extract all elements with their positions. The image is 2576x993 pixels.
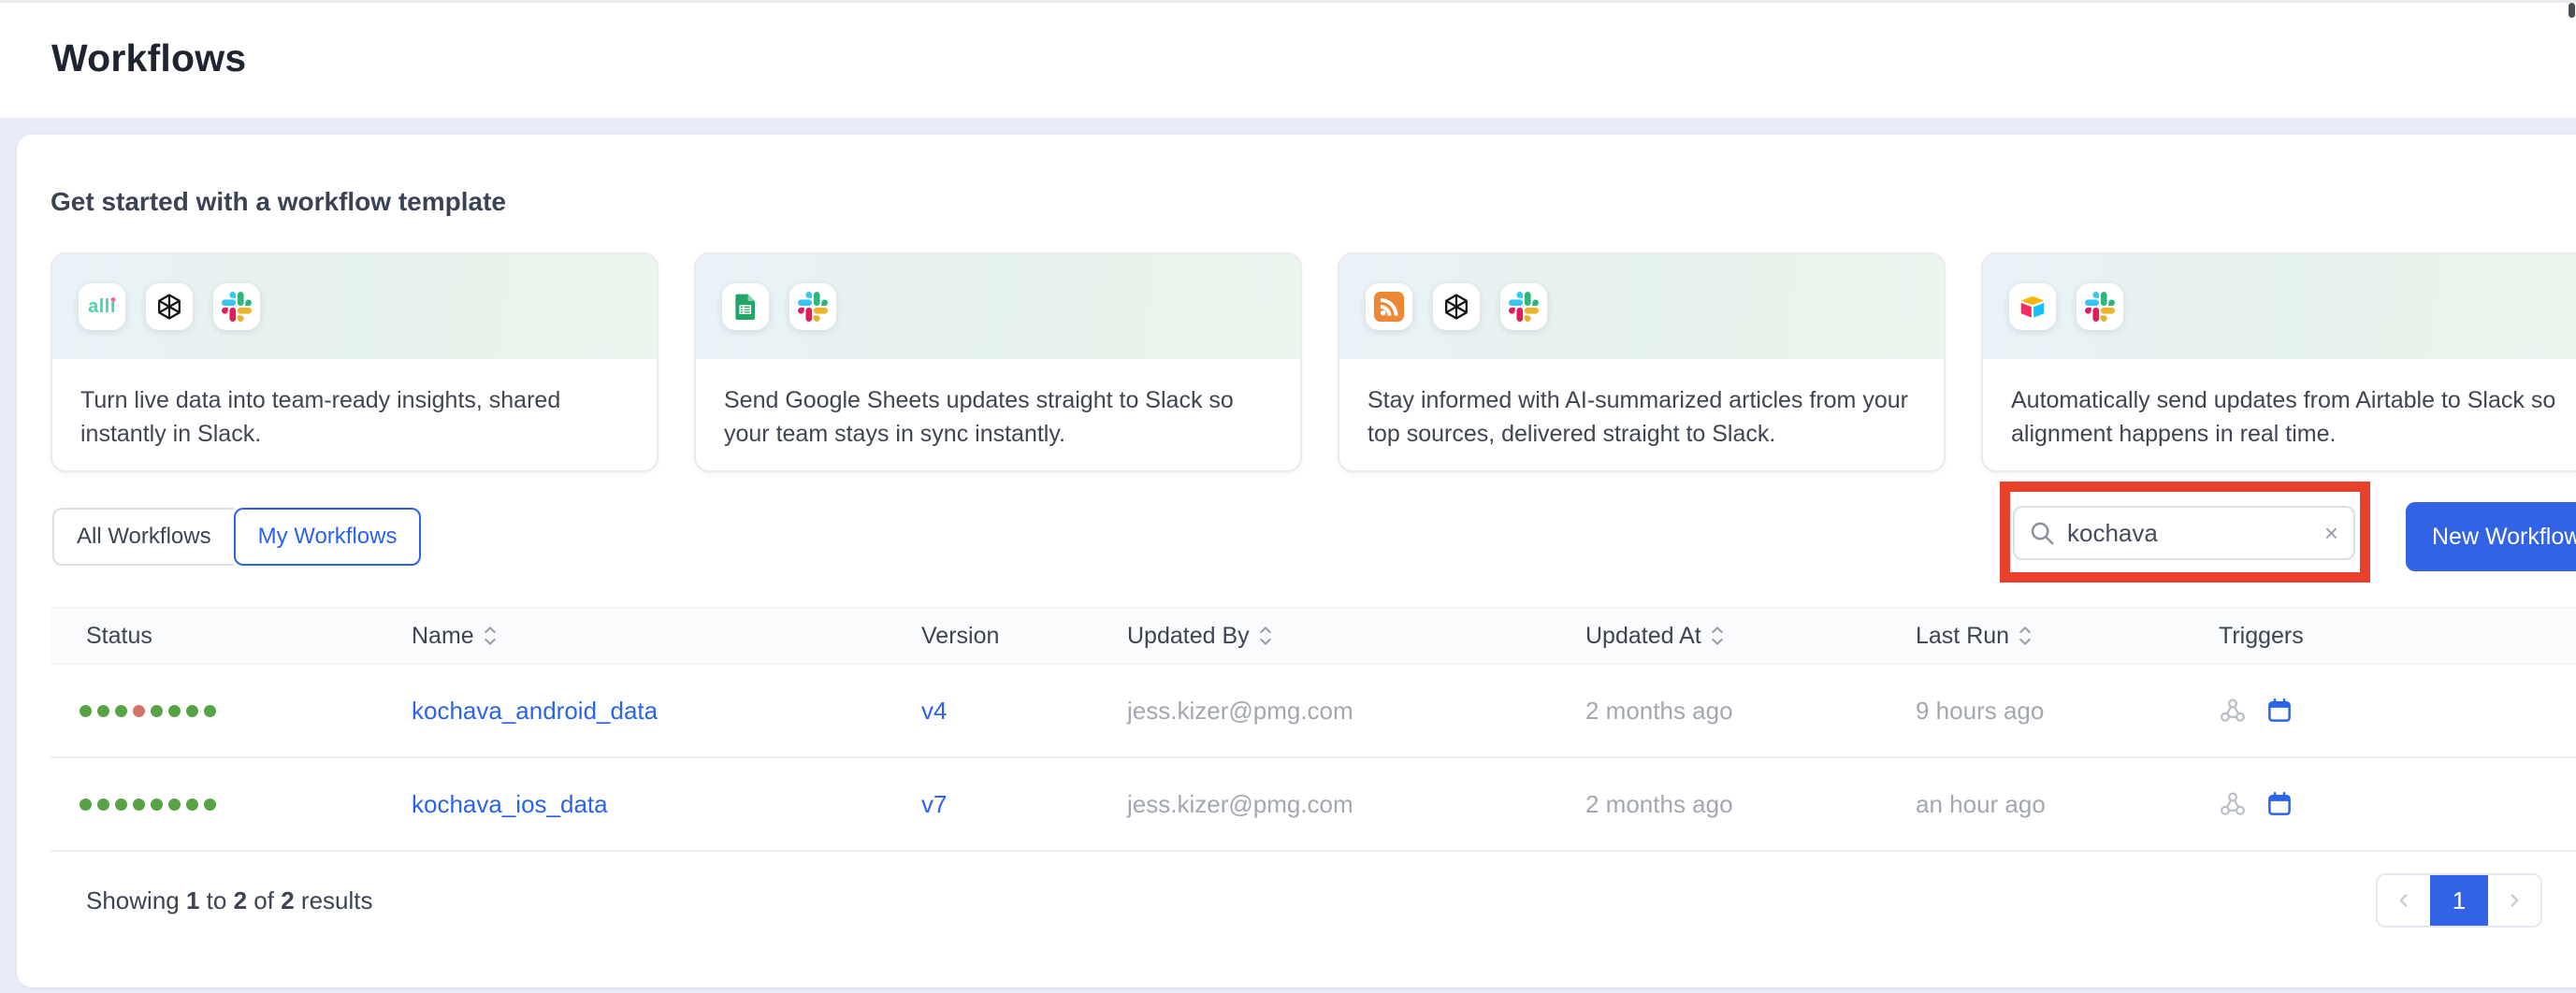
column-header-version: Version [921,623,1127,650]
template-description: Stay informed with AI-summarized article… [1339,359,1944,451]
template-card-alli-openai-slack[interactable]: allı Turn live data into team-ready insi… [51,252,658,472]
slack-icon [1500,283,1547,330]
template-cards: allı Turn live data into team-ready insi… [51,252,2576,472]
template-description: Turn live data into team-ready insights,… [52,359,657,451]
tab-my-workflows[interactable]: My Workflows [234,508,422,566]
status-dot [151,799,163,811]
status-dot [115,705,127,717]
status-dot [97,705,109,717]
google-sheets-icon [722,283,769,330]
status-dot [80,799,92,811]
table-row: kochava_ios_data v7 jess.kizer@pmg.com 2… [51,758,2576,852]
updated-by-cell: jess.kizer@pmg.com [1127,697,1585,726]
next-page-button[interactable] [2488,875,2540,926]
column-header-updated-at[interactable]: Updated At [1585,623,1916,650]
workflow-name-link[interactable]: kochava_ios_data [412,790,608,818]
alli-icon: allı [79,283,125,330]
previous-page-button[interactable] [2378,875,2430,926]
template-description: Automatically send updates from Airtable… [1983,359,2576,451]
table-footer: Showing 1 to 2 of 2 results 1 [51,852,2576,949]
sort-icon[interactable] [1711,625,1724,647]
page-title: Workflows [51,36,246,80]
column-header-triggers: Triggers [2219,623,2516,650]
page-header: Workflows [0,0,2576,118]
template-description: Send Google Sheets updates straight to S… [696,359,1300,451]
status-dot [151,705,163,717]
status-dot [133,799,145,811]
card-header: allı [52,254,657,359]
pagination: 1 [2376,873,2542,928]
sort-icon[interactable] [2019,625,2032,647]
chevron-right-icon [2504,890,2525,911]
toolbar: All Workflows My Workflows × New Workflo… [51,480,2576,584]
last-run-cell: an hour ago [1916,790,2219,819]
column-header-updated-by[interactable]: Updated By [1127,623,1585,650]
row-menu-cell [2516,693,2576,729]
status-dot [186,799,198,811]
status-dot [133,705,145,717]
workflow-filter-tabs: All Workflows My Workflows [52,508,421,566]
triggers-cell [2219,790,2516,818]
template-card-rss-openai-slack[interactable]: Stay informed with AI-summarized article… [1338,252,1946,472]
slack-icon [2077,283,2123,330]
status-dots [80,705,412,717]
status-dot [168,705,181,717]
search-input[interactable] [2067,519,2323,548]
kebab-menu-icon[interactable] [2565,693,2576,725]
slack-icon [789,283,836,330]
status-dots [80,799,412,811]
calendar-trigger-icon[interactable] [2265,790,2294,818]
sort-icon[interactable] [484,625,497,647]
openai-icon [1433,283,1480,330]
workflow-name-link[interactable]: kochava_android_data [412,697,658,725]
triggers-cell [2219,697,2516,725]
updated-by-cell: jess.kizer@pmg.com [1127,790,1585,819]
updated-at-cell: 2 months ago [1585,790,1916,819]
kebab-menu-icon[interactable] [2565,786,2576,818]
webhook-trigger-icon[interactable] [2219,697,2247,725]
chevron-left-icon [2394,890,2414,911]
templates-heading: Get started with a workflow template [51,135,2576,217]
table-row: kochava_android_data v4 jess.kizer@pmg.c… [51,665,2576,758]
card-header [1983,254,2576,359]
sort-icon[interactable] [1259,625,1272,647]
card-header [696,254,1300,359]
webhook-trigger-icon[interactable] [2219,790,2247,818]
status-dot [204,705,216,717]
last-run-cell: 9 hours ago [1916,697,2219,726]
status-dot [204,799,216,811]
page-number-button[interactable]: 1 [2430,875,2488,926]
updated-at-cell: 2 months ago [1585,697,1916,726]
column-header-last-run[interactable]: Last Run [1916,623,2219,650]
search-area: × [2013,506,2355,560]
table-header-row: Status Name Version Updated By Updated A… [51,607,2576,665]
main-panel: Get started with a workflow template all… [17,135,2576,987]
openai-icon [146,283,193,330]
row-menu-cell [2516,786,2576,823]
card-header [1339,254,1944,359]
new-workflow-button[interactable]: New Workflow [2406,502,2576,571]
status-dot [186,705,198,717]
status-dot [168,799,181,811]
airtable-icon [2009,283,2056,330]
workflow-version-link[interactable]: v7 [921,790,1127,819]
calendar-trigger-icon[interactable] [2265,697,2294,725]
rss-icon [1366,283,1412,330]
template-card-sheets-slack[interactable]: Send Google Sheets updates straight to S… [694,252,1302,472]
search-icon [2028,519,2056,547]
status-dot [115,799,127,811]
column-header-status: Status [86,623,412,650]
status-dot [80,705,92,717]
template-card-airtable-slack[interactable]: Automatically send updates from Airtable… [1981,252,2576,472]
workflow-version-link[interactable]: v4 [921,697,1127,726]
clear-search-icon[interactable]: × [2323,521,2340,545]
search-box: × [2013,506,2355,560]
scrollbar-thumb[interactable] [2569,3,2575,18]
tab-all-workflows[interactable]: All Workflows [52,508,234,566]
results-summary: Showing 1 to 2 of 2 results [86,886,373,915]
slack-icon [213,283,260,330]
status-dot [97,799,109,811]
column-header-name[interactable]: Name [412,623,921,650]
